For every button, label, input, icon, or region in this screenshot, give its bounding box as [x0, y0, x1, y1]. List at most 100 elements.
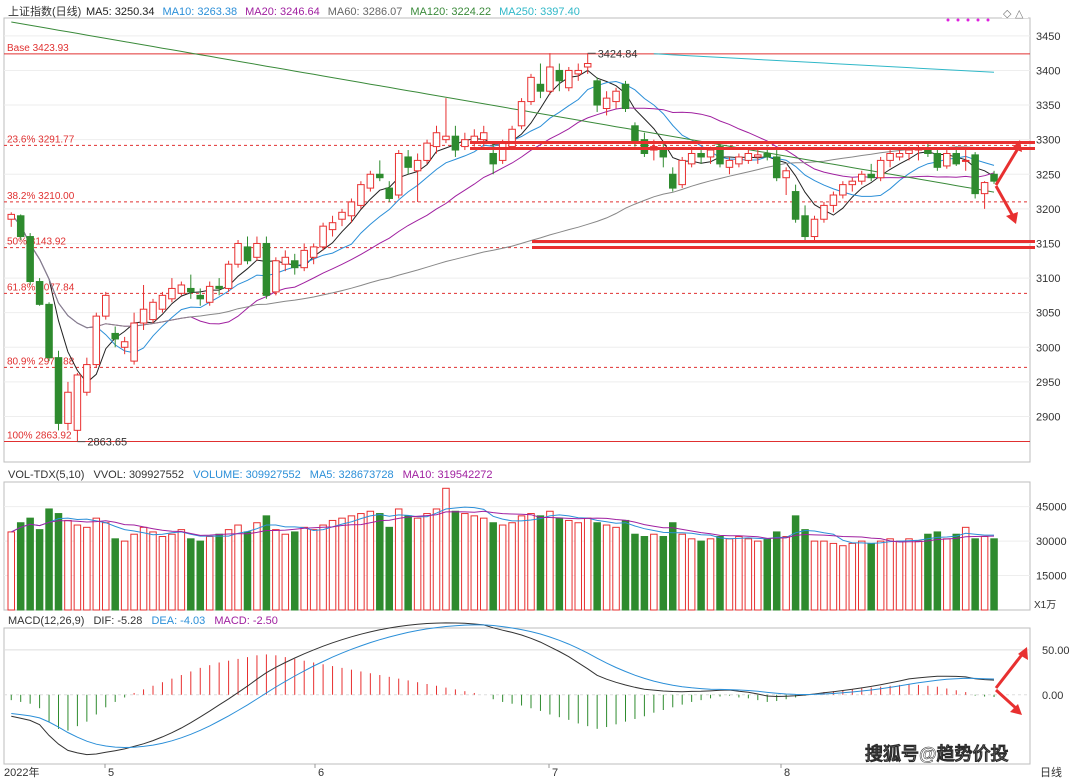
resistance-line-2 [470, 147, 1035, 150]
x-axis-label: 6 [318, 767, 324, 779]
candle-body [583, 63, 592, 68]
candle-body [867, 173, 875, 179]
candle-body [489, 152, 497, 165]
candle-body [631, 125, 639, 144]
triangle-icon[interactable]: △ [1015, 8, 1024, 20]
volume-tick-label: 45000 [1036, 502, 1067, 514]
candle-body [262, 242, 271, 296]
candle-body [83, 364, 91, 393]
candle-body [54, 357, 63, 424]
candle-body [16, 215, 25, 238]
candle-body [347, 201, 356, 217]
price-tick-label: 3300 [1036, 135, 1060, 147]
candle-body [385, 187, 393, 199]
volume-bar [914, 540, 923, 611]
annotation-label: 2863.65 [87, 437, 127, 449]
candle-body [829, 194, 838, 206]
candle-body [300, 249, 308, 269]
price-tick-label: 2950 [1036, 377, 1060, 389]
volume-bar [413, 517, 422, 611]
fib-label: 38.2% 3210.00 [7, 191, 75, 202]
ma-legend-item: MA60: 3286.07 [328, 6, 403, 18]
ma-legend-item: MA10: 3263.38 [163, 6, 238, 18]
volume-bar [621, 519, 630, 611]
volume-bar [650, 533, 658, 611]
candle-body [196, 294, 204, 300]
chart-title: 上证指数(日线) [8, 4, 81, 18]
volume-bar [546, 510, 554, 611]
volume-bar [272, 529, 280, 611]
ma-legend: MA5: 3250.34 MA10: 3263.38 MA20: 3246.64 MA… [86, 6, 580, 18]
candle-body [158, 294, 167, 310]
volume-bar [583, 517, 592, 611]
volume-bar [697, 540, 705, 611]
candle-body [848, 180, 857, 186]
candle-body [895, 152, 904, 158]
candle-body [205, 285, 214, 303]
annotation-label: 3424.84 [598, 48, 638, 60]
volume-bar [196, 540, 204, 611]
volume-bar [224, 529, 233, 611]
candle-body [480, 132, 488, 141]
candle-body [376, 173, 384, 179]
volume-bar [451, 510, 460, 611]
svg-text:MACD(12,26,9) DIF: -5.28: MACD(12,26,9) DIF: -5.28 DEA: -4.03 MACD… [8, 615, 278, 627]
volume-bar [886, 538, 894, 611]
volume-bar [735, 536, 743, 611]
candle-body [527, 76, 535, 103]
volume-bar [187, 538, 195, 611]
candle-body [319, 225, 327, 248]
volume-bar [45, 508, 53, 611]
price-tick-label: 3200 [1036, 204, 1060, 216]
volume-bar [517, 515, 526, 611]
macd-value: MACD: -2.50 [214, 615, 278, 627]
x-axis-label: 2022年 [4, 765, 39, 779]
volume-bar [139, 526, 148, 611]
volume-bar [744, 538, 753, 611]
volume-bar [149, 531, 157, 611]
volume-bar [158, 536, 167, 611]
candle-body [744, 152, 753, 161]
candle-body [215, 285, 223, 289]
x-axis-label: 8 [784, 767, 790, 779]
candle-body [168, 287, 176, 300]
volume-bar [376, 513, 384, 611]
candle-body [187, 287, 195, 293]
candle-body [111, 332, 119, 340]
volume-bar [536, 515, 545, 611]
candle-body [498, 142, 507, 161]
candle-body [678, 159, 686, 186]
volume-bar [810, 540, 819, 611]
volume-bar [130, 533, 138, 611]
volume-bar [366, 510, 375, 611]
volume-bar [876, 540, 885, 611]
volume-bar [943, 538, 951, 611]
candle-body [565, 69, 573, 89]
candle-body [357, 184, 365, 206]
volume-bar [423, 513, 431, 611]
volume-bar [347, 515, 356, 611]
stock-chart: Base 3423.9323.6% 3291.7738.2% 3210.0050… [3, 4, 1070, 779]
candle-body [754, 154, 762, 158]
candle-body [602, 97, 611, 110]
watermark: 搜狐号@趋势价投 [865, 743, 1009, 764]
price-tick-label: 3250 [1036, 169, 1060, 181]
candle-body [64, 391, 72, 424]
volume-bar [120, 540, 129, 611]
macd-name: MACD(12,26,9) [8, 615, 84, 627]
vol-name: VOL-TDX(5,10) [8, 469, 84, 481]
volume-bar [527, 513, 535, 611]
volume-bar [262, 515, 271, 611]
x-axis-label: 7 [552, 767, 558, 779]
volume-bar [291, 531, 299, 611]
volume-bar [300, 526, 308, 611]
ma-legend-item: MA5: 3250.34 [86, 6, 155, 18]
volume-bar [640, 536, 649, 611]
volume-bar [848, 542, 857, 611]
candle-body [905, 149, 913, 154]
candle-body [791, 191, 800, 220]
candle-body [234, 242, 242, 265]
diamond-icon[interactable]: ◇ [1003, 8, 1012, 20]
volume-bar [508, 522, 516, 611]
volume-bar [480, 517, 488, 611]
